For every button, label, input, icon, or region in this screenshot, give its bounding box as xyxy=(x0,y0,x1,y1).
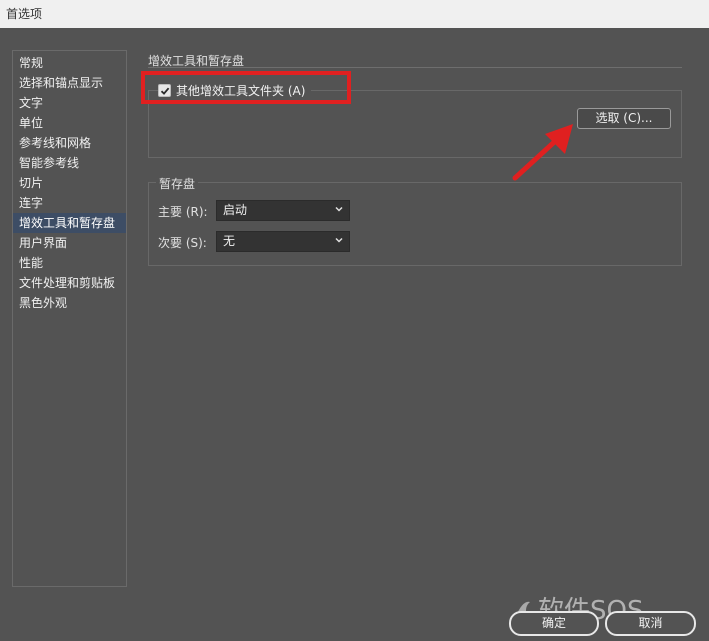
sidebar-item-slices[interactable]: 切片 xyxy=(13,173,126,193)
sidebar-item-plugins-scratch[interactable]: 增效工具和暂存盘 xyxy=(13,213,126,233)
sidebar-item-black-appearance[interactable]: 黑色外观 xyxy=(13,293,126,313)
primary-scratch-select[interactable]: 启动 xyxy=(216,200,350,221)
cancel-button[interactable]: 取消 xyxy=(605,611,696,636)
secondary-scratch-select[interactable]: 无 xyxy=(216,231,350,252)
choose-folder-button[interactable]: 选取 (C)... xyxy=(577,108,671,129)
sidebar-item-guides-grid[interactable]: 参考线和网格 xyxy=(13,133,126,153)
ok-button[interactable]: 确定 xyxy=(509,611,599,636)
highlight-box xyxy=(141,71,351,104)
chevron-down-icon xyxy=(335,206,343,212)
window-title: 首选项 xyxy=(6,7,43,21)
section-divider xyxy=(148,67,682,68)
sidebar-item-performance[interactable]: 性能 xyxy=(13,253,126,273)
scratch-disks-group xyxy=(148,182,682,266)
primary-label: 主要 (R): xyxy=(158,205,208,219)
sidebar-item-smart-guides[interactable]: 智能参考线 xyxy=(13,153,126,173)
sidebar-item-units[interactable]: 单位 xyxy=(13,113,126,133)
sidebar-item-type[interactable]: 文字 xyxy=(13,93,126,113)
red-arrow-icon xyxy=(512,124,573,181)
sidebar: 常规 选择和锚点显示 文字 单位 参考线和网格 智能参考线 切片 连字 增效工具… xyxy=(12,50,127,587)
sidebar-item-file-clipboard[interactable]: 文件处理和剪贴板 xyxy=(13,273,126,293)
sidebar-item-hyphenation[interactable]: 连字 xyxy=(13,193,126,213)
sidebar-item-selection-anchor[interactable]: 选择和锚点显示 xyxy=(13,73,126,93)
primary-scratch-value: 启动 xyxy=(223,203,248,217)
sidebar-item-user-interface[interactable]: 用户界面 xyxy=(13,233,126,253)
chevron-down-icon xyxy=(335,237,343,243)
sidebar-item-general[interactable]: 常规 xyxy=(13,53,126,73)
window-title-bar: 首选项 xyxy=(0,0,709,28)
secondary-scratch-value: 无 xyxy=(223,234,236,248)
scratch-disks-title: 暂存盘 xyxy=(156,175,199,192)
secondary-label: 次要 (S): xyxy=(158,236,207,250)
